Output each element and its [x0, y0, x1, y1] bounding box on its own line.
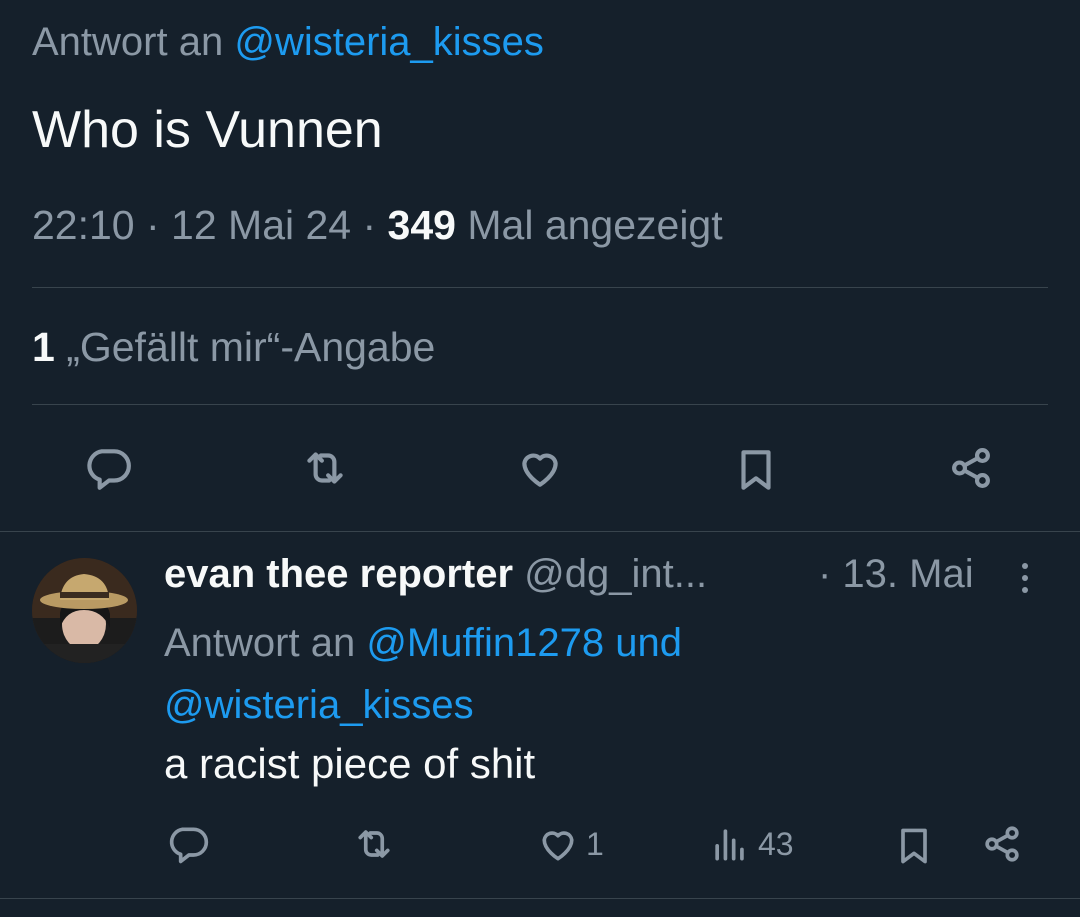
reply-to-prefix: Antwort an: [164, 621, 367, 665]
meta-separator: ·: [134, 202, 172, 248]
like-count: 1: [586, 825, 604, 862]
avatar[interactable]: [32, 558, 137, 663]
likes-count: 1: [32, 324, 55, 370]
user-handle[interactable]: @dg_int...: [513, 552, 707, 596]
view-count: 43: [758, 825, 794, 862]
bookmark-icon: [901, 828, 927, 864]
bookmark-button[interactable]: [726, 440, 786, 500]
reply-author-line[interactable]: evan thee reporter @dg_int...: [164, 552, 707, 597]
like-icon: [542, 831, 574, 861]
like-button[interactable]: [510, 438, 570, 498]
retweet-button[interactable]: [352, 822, 396, 866]
more-options-button[interactable]: [1005, 558, 1045, 598]
meta-separator: ·: [351, 202, 388, 248]
share-button[interactable]: [941, 438, 1001, 498]
tweet-time[interactable]: 22:10: [32, 202, 135, 248]
reply-to-line: Antwort an @Muffin1278 und @wisteria_kis…: [164, 612, 864, 736]
reply-text: a racist piece of shit: [164, 740, 536, 787]
reply-to-handle-link[interactable]: @wisteria_kisses: [234, 20, 544, 64]
like-icon: [522, 453, 558, 487]
share-icon: [952, 448, 990, 488]
retweet-button[interactable]: [295, 438, 355, 498]
analytics-icon: [715, 829, 744, 861]
reply-button[interactable]: [166, 822, 210, 866]
bookmark-icon: [741, 450, 771, 490]
views-button[interactable]: 43: [708, 822, 794, 866]
divider: [32, 287, 1048, 288]
reply-to-line: Antwort an @wisteria_kisses: [32, 20, 544, 65]
tweet-date[interactable]: 12 Mai 24: [171, 202, 351, 248]
display-name[interactable]: evan thee reporter: [164, 552, 513, 596]
retweet-icon: [358, 830, 390, 858]
reply-icon: [87, 449, 131, 490]
like-button[interactable]: 1: [536, 822, 604, 866]
reply-icon: [169, 827, 209, 864]
share-icon: [985, 826, 1019, 862]
reply-to-handle-link[interactable]: @Muffin1278: [366, 621, 604, 665]
divider: [0, 531, 1080, 532]
reply-button[interactable]: [78, 438, 138, 498]
views-label: Mal angezeigt: [455, 202, 723, 248]
likes-label: „Gefällt mir“-Angabe: [54, 324, 436, 370]
reply-to-prefix: Antwort an: [32, 20, 224, 64]
views-count: 349: [387, 202, 456, 248]
tweet-text: Who is Vunnen: [32, 101, 383, 159]
reply-date[interactable]: · 13. Mai: [818, 552, 974, 597]
reply-to-and: und: [604, 621, 682, 665]
reply-to-handle-link[interactable]: @wisteria_kisses: [164, 683, 474, 727]
tweet-meta: 22:10 · 12 Mai 24 · 349 Mal angezeigt: [32, 202, 723, 249]
share-button[interactable]: [980, 822, 1024, 866]
retweet-icon: [307, 452, 343, 484]
more-vertical-icon: [1022, 563, 1028, 593]
divider: [0, 898, 1080, 899]
bookmark-button[interactable]: [892, 824, 936, 868]
divider: [32, 404, 1048, 405]
likes-summary[interactable]: 1 „Gefällt mir“-Angabe: [32, 324, 435, 371]
